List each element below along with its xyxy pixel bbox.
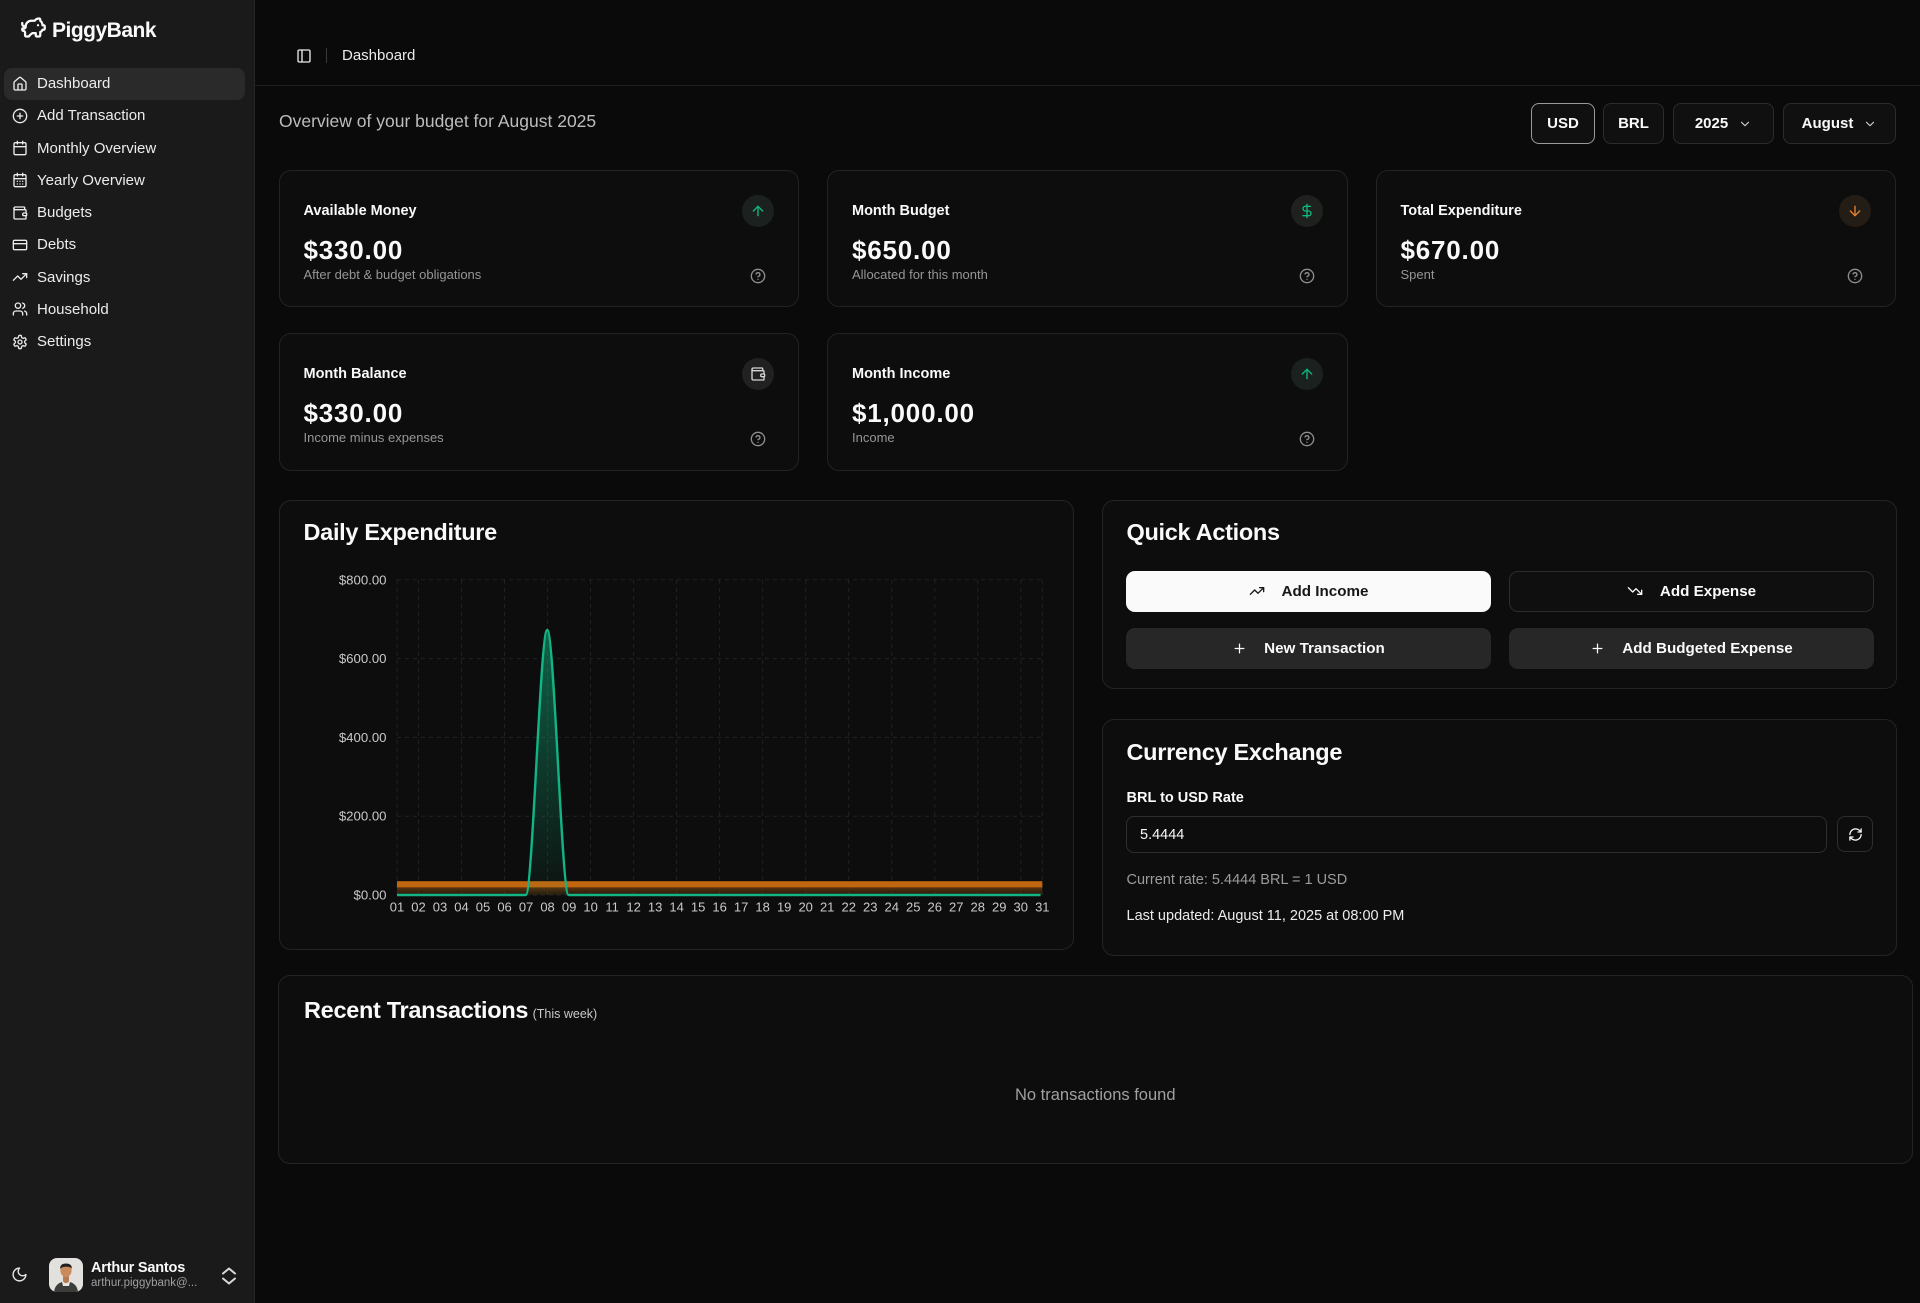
svg-text:01: 01 xyxy=(389,900,403,915)
svg-text:16: 16 xyxy=(712,900,726,915)
svg-text:18: 18 xyxy=(755,900,769,915)
svg-text:29: 29 xyxy=(992,900,1006,915)
svg-text:28: 28 xyxy=(970,900,984,915)
svg-text:22: 22 xyxy=(841,900,855,915)
svg-text:21: 21 xyxy=(819,900,833,915)
svg-text:26: 26 xyxy=(927,900,941,915)
svg-text:24: 24 xyxy=(884,900,898,915)
svg-text:10: 10 xyxy=(583,900,597,915)
svg-text:03: 03 xyxy=(432,900,446,915)
svg-text:05: 05 xyxy=(475,900,489,915)
svg-text:19: 19 xyxy=(776,900,790,915)
svg-text:$600.00: $600.00 xyxy=(338,651,386,666)
svg-text:08: 08 xyxy=(540,900,554,915)
svg-text:06: 06 xyxy=(497,900,511,915)
svg-text:02: 02 xyxy=(411,900,425,915)
svg-text:23: 23 xyxy=(862,900,876,915)
svg-text:27: 27 xyxy=(949,900,963,915)
svg-text:07: 07 xyxy=(518,900,532,915)
svg-text:$0.00: $0.00 xyxy=(353,888,386,903)
svg-text:09: 09 xyxy=(561,900,575,915)
svg-text:14: 14 xyxy=(669,900,683,915)
svg-text:$800.00: $800.00 xyxy=(338,572,386,587)
svg-text:31: 31 xyxy=(1035,900,1049,915)
svg-text:17: 17 xyxy=(733,900,747,915)
svg-text:$400.00: $400.00 xyxy=(338,730,386,745)
svg-text:25: 25 xyxy=(906,900,920,915)
svg-text:04: 04 xyxy=(454,900,468,915)
svg-text:$200.00: $200.00 xyxy=(338,809,386,824)
svg-text:20: 20 xyxy=(798,900,812,915)
svg-text:30: 30 xyxy=(1013,900,1027,915)
svg-text:11: 11 xyxy=(605,900,619,915)
svg-text:13: 13 xyxy=(647,900,661,915)
svg-text:12: 12 xyxy=(626,900,640,915)
svg-text:15: 15 xyxy=(690,900,704,915)
